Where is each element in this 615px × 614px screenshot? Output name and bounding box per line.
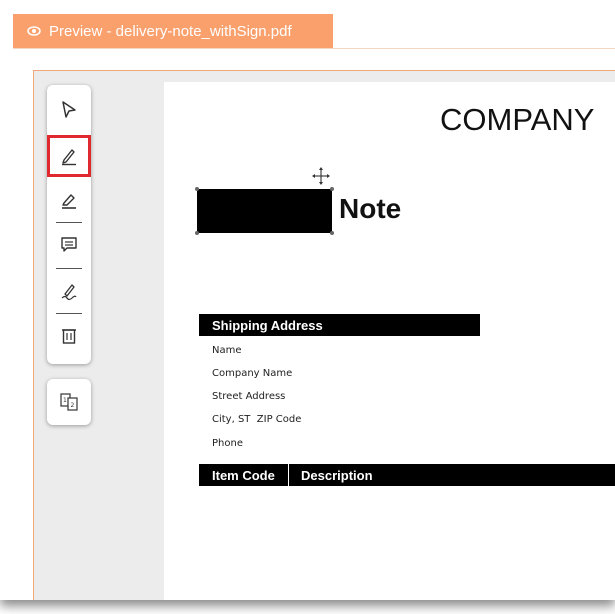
toolbar-divider: [56, 222, 82, 223]
column-header-item-code: Item Code: [199, 464, 289, 486]
address-line: City, ST ZIP Code: [212, 414, 302, 425]
items-table-header: Item Code Description: [199, 464, 615, 486]
page-layout-button[interactable]: 1 2: [47, 379, 91, 425]
draw-tool-button[interactable]: [47, 135, 91, 177]
resize-handle[interactable]: [330, 231, 334, 235]
signature-icon: [61, 284, 77, 301]
select-tool-button[interactable]: [50, 91, 88, 129]
company-heading: COMPANY: [440, 102, 595, 137]
eye-icon: [27, 25, 41, 37]
tab-divider: [13, 48, 615, 49]
shipping-address-header: Shipping Address: [199, 314, 480, 336]
move-icon[interactable]: [311, 166, 331, 191]
highlighter-icon: [62, 194, 76, 209]
comment-tool-button[interactable]: [50, 226, 88, 264]
preview-window: Preview - delivery-note_withSign.pdf 1 2…: [0, 0, 615, 600]
cursor-icon: [62, 101, 76, 118]
address-line: Company Name: [212, 368, 293, 379]
annotation-toolbar: [47, 85, 91, 364]
pages-icon: 1 2: [60, 393, 78, 411]
resize-handle[interactable]: [330, 187, 334, 191]
pen-icon: [62, 149, 76, 166]
column-header-description: Description: [301, 467, 373, 483]
toolbar-divider: [56, 268, 82, 269]
pdf-page: COMPANY Note Shipping Address Name Compa…: [164, 82, 615, 600]
comment-icon: [61, 237, 77, 252]
signature-tool-button[interactable]: [50, 272, 88, 310]
redaction-box[interactable]: [195, 187, 334, 235]
address-line: Street Address: [212, 391, 286, 402]
highlight-tool-button[interactable]: [50, 181, 88, 219]
resize-handle[interactable]: [195, 231, 199, 235]
document-stage: 1 2 COMPANY Note Shipping Address Name C…: [33, 70, 615, 600]
preview-tab[interactable]: Preview - delivery-note_withSign.pdf: [13, 14, 333, 48]
preview-tab-title: Preview - delivery-note_withSign.pdf: [49, 22, 292, 40]
svg-text:1: 1: [63, 397, 67, 404]
resize-handle[interactable]: [195, 187, 199, 191]
document-title: Note: [339, 193, 402, 224]
toolbar-divider: [56, 313, 82, 314]
trash-icon: [62, 329, 76, 344]
delete-tool-button[interactable]: [50, 317, 88, 355]
svg-text:2: 2: [71, 402, 75, 409]
address-line: Phone: [212, 438, 243, 449]
address-line: Name: [212, 345, 242, 356]
